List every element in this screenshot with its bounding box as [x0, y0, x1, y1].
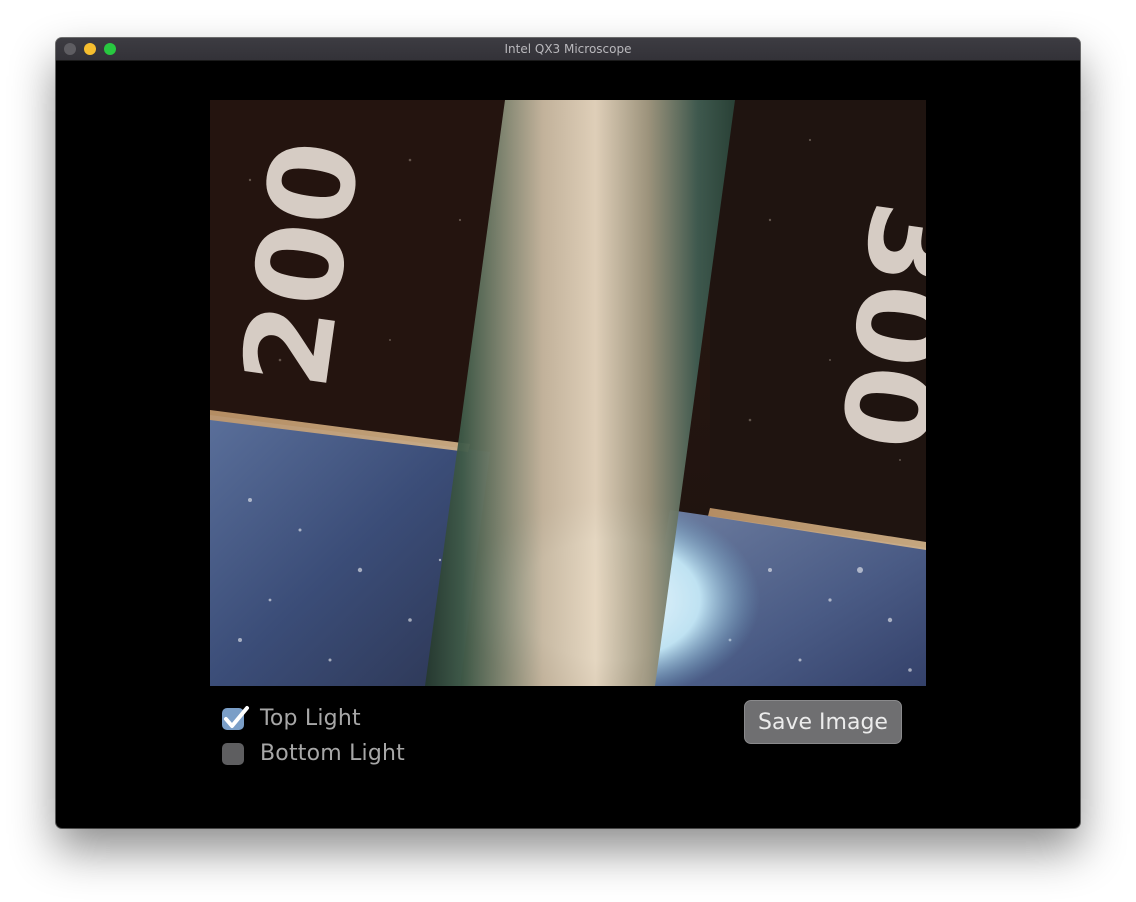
top-light-label: Top Light	[260, 706, 361, 731]
checkbox-unchecked-icon[interactable]	[222, 742, 244, 765]
bottom-light-checkbox[interactable]: Bottom Light	[222, 741, 405, 766]
checkmark-icon	[224, 705, 249, 728]
checkbox-checked-icon[interactable]	[222, 705, 249, 730]
save-image-button[interactable]: Save Image	[744, 700, 902, 744]
microscope-image-render: 200 300	[210, 100, 926, 686]
window-title: Intel QX3 Microscope	[504, 42, 632, 56]
app-window: Intel QX3 Microscope 200 300 Top Light B…	[56, 38, 1080, 828]
controls-panel: Top Light Bottom Light Save Image	[56, 686, 1080, 828]
title-bar[interactable]: Intel QX3 Microscope	[56, 38, 1080, 61]
microscope-image: 200 300	[210, 100, 926, 686]
bottom-light-label: Bottom Light	[260, 741, 405, 766]
top-light-checkbox[interactable]: Top Light	[222, 705, 361, 731]
